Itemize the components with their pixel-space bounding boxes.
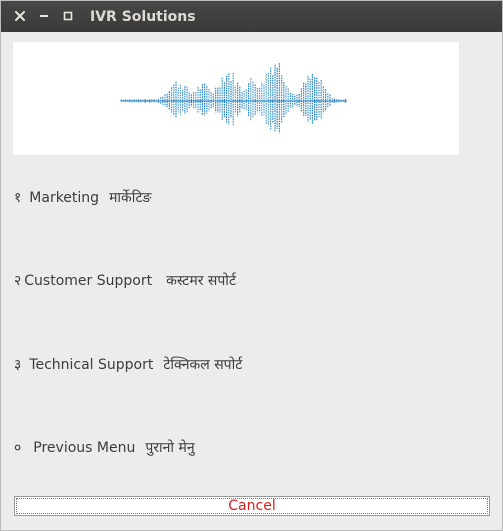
menu-item-number: ० xyxy=(14,440,22,456)
menu-item-label-nepali: पुरानो मेनु xyxy=(145,440,195,456)
menu-item-marketing[interactable]: १ Marketing मार्केटिङ xyxy=(14,189,151,207)
menu-item-label-nepali: टेक्निकल सपोर्ट xyxy=(163,357,243,373)
menu-item-label-english: Marketing xyxy=(29,190,100,206)
title-bar[interactable]: IVR Solutions xyxy=(1,1,502,32)
close-icon[interactable] xyxy=(12,8,28,24)
cancel-button[interactable]: Cancel xyxy=(14,496,490,516)
window-title: IVR Solutions xyxy=(90,9,196,25)
maximize-icon[interactable] xyxy=(60,8,76,24)
menu-item-previous-menu[interactable]: ० Previous Menu पुरानो मेनु xyxy=(14,439,195,457)
menu-item-customer-support[interactable]: २ Customer Support कस्टमर सपोर्ट xyxy=(14,272,236,290)
sound-waveform-icon xyxy=(120,63,347,134)
menu-item-number: २ xyxy=(14,273,22,289)
menu-item-label-english: Previous Menu xyxy=(33,440,136,456)
menu-item-number: १ xyxy=(14,190,22,206)
menu-item-number: ३ xyxy=(14,357,22,373)
menu-item-label-english: Customer Support xyxy=(24,273,153,289)
menu-item-label-nepali: कस्टमर सपोर्ट xyxy=(166,273,236,289)
menu-item-label-nepali: मार्केटिङ xyxy=(109,190,152,206)
menu-item-technical-support[interactable]: ३ Technical Support टेक्निकल सपोर्ट xyxy=(14,356,242,374)
menu-item-label-english: Technical Support xyxy=(29,357,154,373)
waveform-banner xyxy=(13,42,459,155)
app-window: IVR Solutions १ Marketing मार्केटिङ २ Custo… xyxy=(0,0,503,531)
minimize-icon[interactable] xyxy=(36,8,52,24)
